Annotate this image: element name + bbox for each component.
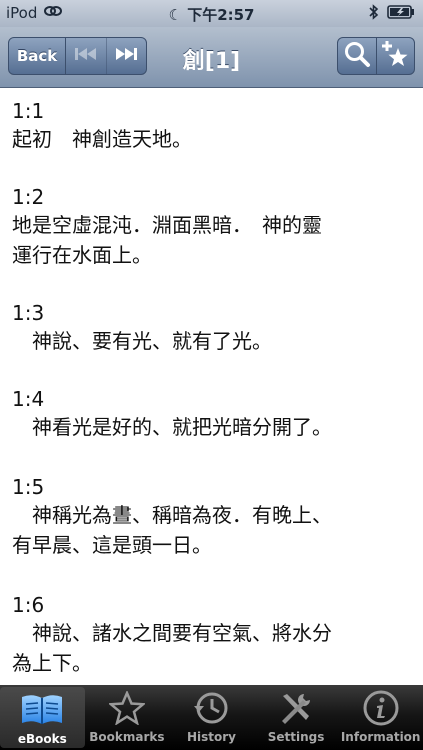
verse-text: 有早晨、這是頭一日。 — [12, 533, 212, 557]
next-chapter-button[interactable] — [107, 38, 146, 74]
nav-right-segment — [337, 37, 415, 75]
tab-history[interactable]: History — [169, 685, 254, 750]
verse-1-1[interactable]: 1:1 起初 神創造天地。 — [12, 98, 412, 154]
battery-icon — [387, 5, 415, 23]
info-icon — [362, 690, 400, 726]
verse-number: 1:4 — [12, 387, 45, 411]
verse-1-6[interactable]: 1:6 神說、諸水之間要有空氣、將水分 為上下。 — [12, 592, 412, 678]
verse-number: 1:6 — [12, 593, 45, 617]
previous-chapter-button[interactable] — [66, 38, 107, 74]
verse-1-4[interactable]: 1:4 神看光是好的、就把光暗分開了。 — [12, 386, 412, 442]
verse-text: 神說、諸水之間要有空氣、將水分 — [12, 621, 332, 645]
verse-1-2[interactable]: 1:2 地是空虛混沌．淵面黑暗． 神的靈 運行在水面上。 — [12, 184, 412, 270]
verse-text: 運行在水面上。 — [12, 243, 152, 267]
verse-number: 1:1 — [12, 99, 45, 123]
search-icon — [343, 40, 371, 72]
verse-text: 神看光是好的、就把光暗分開了。 — [12, 415, 332, 439]
tools-icon — [277, 690, 315, 726]
status-right — [369, 4, 415, 24]
fast-forward-icon — [113, 46, 139, 66]
verse-text: 神說、要有光、就有了光。 — [12, 329, 272, 353]
verse-content[interactable]: 1:1 起初 神創造天地。 1:2 地是空虛混沌．淵面黑暗． 神的靈 運行在水面… — [0, 88, 423, 685]
moon-icon: ☾ — [168, 6, 182, 24]
verse-number: 1:3 — [12, 301, 45, 325]
page-title: 創[1] — [182, 49, 241, 74]
status-time: 下午2:57 — [187, 6, 255, 24]
tab-label: Information — [340, 730, 421, 744]
verse-1-3[interactable]: 1:3 神說、要有光、就有了光。 — [12, 300, 412, 356]
add-bookmark-button[interactable] — [377, 38, 415, 74]
history-clock-icon — [191, 690, 231, 726]
search-button[interactable] — [338, 38, 377, 74]
verse-text: 神稱光為晝、稱暗為夜．有晚上、 — [12, 503, 332, 527]
verse-1-5[interactable]: 1:5 神稱光為晝、稱暗為夜．有晚上、 有早晨、這是頭一日。 — [12, 474, 412, 560]
verse-text: 為上下。 — [12, 651, 92, 675]
tab-ebooks[interactable]: eBooks — [0, 687, 85, 748]
verse-number: 1:2 — [12, 185, 45, 209]
tab-bar: eBooks Bookmarks History Settings Inform… — [0, 685, 423, 750]
navigation-bar: Back 創[1] — [0, 27, 423, 88]
tab-label: History — [186, 730, 236, 744]
tab-label: eBooks — [17, 732, 67, 746]
tab-bookmarks[interactable]: Bookmarks — [85, 685, 170, 750]
verse-number: 1:5 — [12, 475, 45, 499]
nav-segment-control: Back — [8, 37, 147, 75]
bluetooth-icon — [369, 4, 379, 24]
rewind-icon — [73, 46, 99, 66]
verse-text: 地是空虛混沌．淵面黑暗． 神的靈 — [12, 213, 322, 237]
tab-information[interactable]: Information — [338, 685, 423, 750]
tab-settings[interactable]: Settings — [254, 685, 339, 750]
back-button[interactable]: Back — [9, 38, 67, 74]
tab-label: Settings — [267, 730, 325, 744]
book-icon — [19, 692, 65, 728]
verse-text: 起初 神創造天地。 — [12, 127, 192, 151]
star-icon — [108, 690, 145, 726]
status-bar: iPod ☾ 下午2:57 — [0, 0, 423, 27]
status-time-wrap: ☾ 下午2:57 — [0, 4, 423, 25]
add-star-icon — [380, 39, 410, 73]
tab-label: Bookmarks — [89, 730, 165, 744]
